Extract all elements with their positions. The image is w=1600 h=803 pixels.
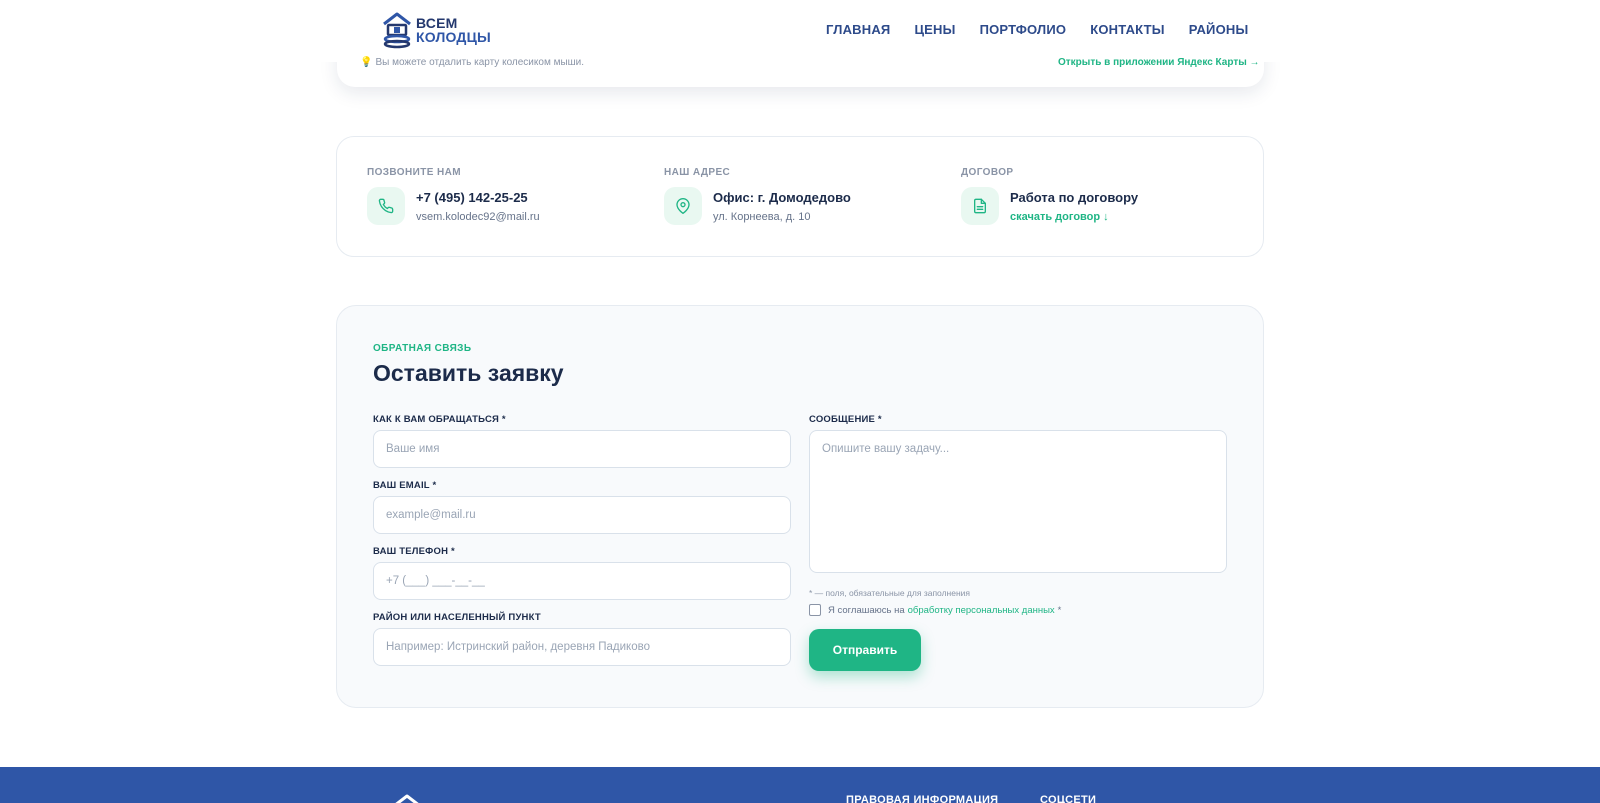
phone-number[interactable]: +7 (495) 142-25-25 bbox=[416, 190, 540, 205]
contract-title: Работа по договору bbox=[1010, 189, 1139, 205]
personal-data-link[interactable]: обработку персональных данных bbox=[908, 605, 1055, 616]
map-hint-text: Вы можете отдалить карту колесиком мыши. bbox=[375, 57, 585, 68]
document-icon bbox=[961, 187, 999, 225]
consent-prefix: Я соглашаюсь на bbox=[828, 604, 905, 616]
nav-link-contacts[interactable]: КОНТАКТЫ bbox=[1090, 22, 1164, 37]
phone-label: ВАШ ТЕЛЕФОН * bbox=[373, 546, 455, 557]
logo-text: ВСЕМ КОЛОДЦЫ bbox=[416, 16, 491, 44]
nav-link-home[interactable]: ГЛАВНАЯ bbox=[826, 22, 890, 37]
contact-phone: ПОЗВОНИТЕ НАМ +7 (495) 142-25-25 vsem.ko… bbox=[367, 167, 540, 225]
site-footer: ПРАВОВАЯ ИНФОРМАЦИЯ СОЦСЕТИ bbox=[0, 767, 1600, 803]
nav-link-prices[interactable]: ЦЕНЫ bbox=[914, 22, 955, 37]
logo-line-1: ВСЕМ bbox=[416, 15, 458, 31]
name-input[interactable] bbox=[373, 430, 791, 468]
district-label: РАЙОН ИЛИ НАСЕЛЕННЫЙ ПУНКТ bbox=[373, 612, 541, 623]
site-header: ВСЕМ КОЛОДЦЫ ГЛАВНАЯ ЦЕНЫ ПОРТФОЛИО КОНТ… bbox=[0, 0, 1600, 62]
form-title: Оставить заявку bbox=[373, 360, 564, 386]
email-address[interactable]: vsem.kolodec92@mail.ru bbox=[416, 211, 540, 223]
contact-contract-label: ДОГОВОР bbox=[961, 167, 1014, 178]
consent-suffix: * bbox=[1057, 604, 1062, 616]
contacts-card: ПОЗВОНИТЕ НАМ +7 (495) 142-25-25 vsem.ko… bbox=[336, 136, 1264, 257]
submit-button[interactable]: Отправить bbox=[809, 629, 921, 671]
footer-legal-heading: ПРАВОВАЯ ИНФОРМАЦИЯ bbox=[846, 794, 999, 803]
consent-checkbox[interactable] bbox=[809, 604, 821, 616]
consent-row: Я соглашаюсь на обработку персональных д… bbox=[809, 604, 1061, 616]
contact-address: НАШ АДРЕС Офис: г. Домодедово ул. Корнее… bbox=[664, 167, 851, 225]
name-label: КАК К ВАМ ОБРАЩАТЬСЯ * bbox=[373, 414, 506, 425]
footer-logo-icon bbox=[395, 794, 419, 803]
district-input[interactable] bbox=[373, 628, 791, 666]
message-label: СООБЩЕНИЕ * bbox=[809, 414, 882, 425]
phone-input[interactable] bbox=[373, 562, 791, 600]
logo-line-2: КОЛОДЦЫ bbox=[416, 29, 491, 45]
lightbulb-icon: 💡 bbox=[360, 57, 373, 68]
message-textarea[interactable] bbox=[809, 430, 1227, 573]
email-label: ВАШ EMAIL * bbox=[373, 480, 437, 491]
well-logo-icon bbox=[383, 12, 411, 49]
nav-link-districts[interactable]: РАЙОНЫ bbox=[1189, 22, 1249, 37]
form-kicker: ОБРАТНАЯ СВЯЗЬ bbox=[373, 343, 472, 354]
download-contract-link[interactable]: скачать договор ↓ bbox=[1010, 211, 1138, 223]
main-nav: ГЛАВНАЯ ЦЕНЫ ПОРТФОЛИО КОНТАКТЫ РАЙОНЫ bbox=[826, 22, 1272, 37]
open-yandex-maps-link[interactable]: Открыть в приложении Яндекс Карты → bbox=[1058, 57, 1260, 68]
contact-phone-label: ПОЗВОНИТЕ НАМ bbox=[367, 167, 461, 178]
feedback-form-card: ОБРАТНАЯ СВЯЗЬ Оставить заявку КАК К ВАМ… bbox=[336, 305, 1264, 708]
map-hint: 💡 Вы можете отдалить карту колесиком мыши… bbox=[360, 57, 584, 68]
required-fields-note: * — поля, обязательные для заполнения bbox=[809, 588, 971, 598]
street-address: ул. Корнеева, д. 10 bbox=[713, 210, 811, 223]
office-address: Офис: г. Домодедово bbox=[713, 189, 851, 205]
logo[interactable]: ВСЕМ КОЛОДЦЫ bbox=[382, 10, 491, 50]
contact-address-label: НАШ АДРЕС bbox=[664, 167, 731, 178]
email-input[interactable] bbox=[373, 496, 791, 534]
nav-link-portfolio[interactable]: ПОРТФОЛИО bbox=[980, 22, 1067, 37]
contact-contract: ДОГОВОР Работа по договору скачать догов… bbox=[961, 167, 1138, 225]
phone-icon bbox=[367, 187, 405, 225]
footer-social-heading: СОЦСЕТИ bbox=[1040, 794, 1097, 803]
map-pin-icon bbox=[664, 187, 702, 225]
